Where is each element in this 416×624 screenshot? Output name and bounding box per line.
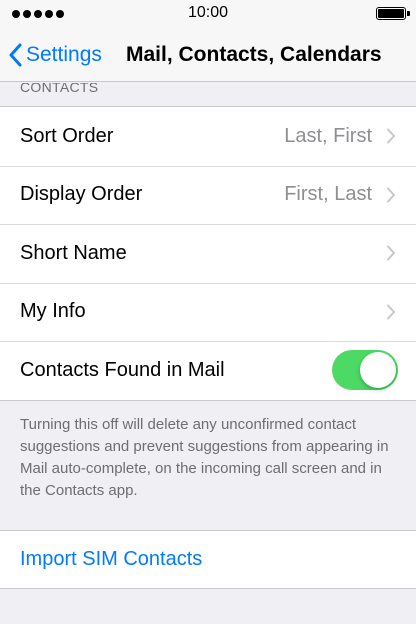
contacts-found-in-mail-toggle[interactable]: [332, 350, 398, 391]
navigation-bar: Settings Mail, Contacts, Calendars: [0, 28, 416, 82]
disclosure-chevron-icon: [387, 304, 395, 320]
battery-icon: [376, 7, 410, 20]
row-label: Display Order: [20, 183, 143, 206]
row-label: Short Name: [20, 241, 127, 264]
status-time: 10:00: [187, 4, 229, 21]
back-button[interactable]: Settings: [8, 28, 102, 82]
disclosure-chevron-icon: [387, 187, 395, 203]
contacts-settings-group: Sort Order Last, First Display Order Fir…: [0, 106, 416, 401]
row-label: Sort Order: [20, 124, 114, 147]
status-bar: 10:00: [0, 0, 416, 28]
disclosure-chevron-icon: [387, 128, 395, 144]
row-sort-order[interactable]: Sort Order Last, First: [0, 107, 416, 166]
section-header-contacts: CONTACTS: [20, 83, 99, 95]
disclosure-chevron-icon: [387, 245, 395, 261]
row-value: Last, First: [284, 124, 372, 147]
import-sim-contacts-button[interactable]: Import SIM Contacts: [20, 548, 202, 571]
row-display-order[interactable]: Display Order First, Last: [0, 165, 416, 225]
toggle-knob: [360, 352, 396, 389]
back-button-label: Settings: [26, 43, 102, 66]
page-title: Mail, Contacts, Calendars: [126, 43, 382, 66]
row-value: First, Last: [284, 183, 372, 206]
row-contacts-found-in-mail: Contacts Found in Mail: [0, 341, 416, 400]
row-short-name[interactable]: Short Name: [0, 224, 416, 283]
row-label: Contacts Found in Mail: [20, 358, 225, 381]
back-chevron-icon: [9, 43, 22, 67]
import-group: Import SIM Contacts: [0, 530, 416, 589]
section-footer-note: Turning this off will delete any unconfi…: [20, 416, 389, 499]
row-my-info[interactable]: My Info: [0, 282, 416, 342]
row-label: My Info: [20, 300, 86, 323]
